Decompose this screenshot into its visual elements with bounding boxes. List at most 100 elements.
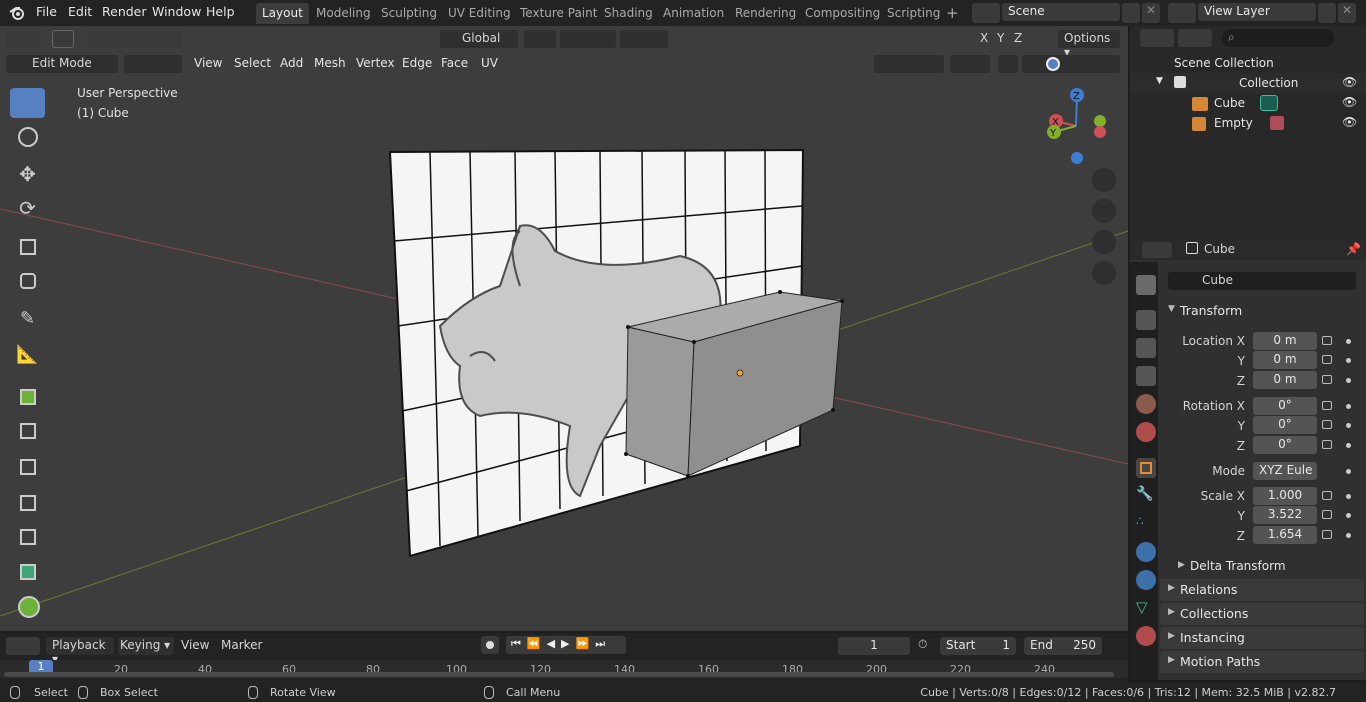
mirror-x-toggle[interactable]: X: [980, 31, 988, 45]
menu-select[interactable]: Select: [234, 56, 271, 70]
keyframe-rotation-z-icon[interactable]: [1346, 443, 1351, 448]
inset-tool-icon[interactable]: [10, 416, 45, 446]
keyframe-scale-z-icon[interactable]: [1346, 533, 1351, 538]
new-view-layer-icon[interactable]: [1318, 3, 1336, 23]
display-mode-icon[interactable]: [1178, 29, 1212, 47]
add-workspace-button[interactable]: +: [940, 1, 965, 22]
constraints-tab-icon[interactable]: [1136, 570, 1156, 590]
knife-tool-icon[interactable]: [10, 522, 45, 552]
3d-viewport[interactable]: [0, 26, 1128, 631]
keyframe-scale-y-icon[interactable]: [1346, 513, 1351, 518]
timeline-view-menu[interactable]: View: [181, 638, 209, 652]
menu-add[interactable]: Add: [280, 56, 303, 70]
select-box-tool[interactable]: [10, 88, 45, 118]
delta-transform-panel[interactable]: ▶ Delta Transform: [1170, 556, 1356, 578]
tab-rendering[interactable]: Rendering: [729, 3, 802, 24]
measure-tool-icon[interactable]: 📐: [10, 344, 45, 374]
mesh-data-icon[interactable]: [1260, 95, 1278, 111]
pan-hand-icon[interactable]: [1092, 199, 1116, 223]
menu-mesh[interactable]: Mesh: [314, 56, 346, 70]
spin-tool-icon[interactable]: [10, 592, 45, 622]
mesh-data-tab-icon[interactable]: ▽: [1136, 598, 1156, 618]
preview-range-icon[interactable]: ⏱: [918, 637, 938, 655]
rotation-x-field[interactable]: 0°: [1253, 397, 1317, 415]
snap-icon[interactable]: [560, 30, 616, 48]
menu-window[interactable]: Window: [152, 4, 201, 19]
location-x-field[interactable]: 0 m: [1253, 332, 1317, 350]
options-dropdown[interactable]: Options ▾: [1058, 30, 1120, 59]
cursor-tool-icon[interactable]: [10, 122, 45, 152]
scale-tool-icon[interactable]: [10, 232, 45, 262]
transform-panel-header[interactable]: ▼ Transform: [1160, 300, 1364, 322]
transform-tool-icon[interactable]: [10, 266, 45, 296]
view-layer-browse-icon[interactable]: [1168, 3, 1196, 23]
keyframe-mode-icon[interactable]: [1346, 469, 1351, 474]
scale-z-field[interactable]: 1.654: [1253, 526, 1317, 544]
tool-tab-icon[interactable]: [1136, 275, 1156, 295]
delete-view-layer-icon[interactable]: ✕: [1338, 3, 1356, 23]
location-y-field[interactable]: 0 m: [1253, 351, 1317, 369]
current-frame-field[interactable]: 1: [838, 637, 910, 655]
lock-rotation-y-icon[interactable]: [1322, 420, 1332, 429]
auto-keying-record-icon[interactable]: [481, 636, 499, 654]
output-tab-icon[interactable]: [1136, 338, 1156, 358]
keyframe-location-z-icon[interactable]: [1346, 378, 1351, 383]
keying-menu[interactable]: Keying ▾: [118, 637, 174, 655]
physics-tab-icon[interactable]: [1136, 542, 1156, 562]
cube-visibility-icon[interactable]: 👁: [1342, 95, 1357, 109]
outliner-search-input[interactable]: ⌕: [1222, 29, 1334, 47]
scale-x-field[interactable]: 1.000: [1253, 487, 1317, 505]
relations-panel[interactable]: ▶ Relations: [1160, 579, 1364, 601]
lock-location-y-icon[interactable]: [1322, 355, 1332, 364]
collection-checkbox[interactable]: [1174, 76, 1186, 88]
rotation-mode-dropdown[interactable]: XYZ Eule: [1253, 462, 1317, 480]
motion-paths-panel[interactable]: ▶ Motion Paths: [1160, 651, 1364, 673]
lock-rotation-x-icon[interactable]: [1322, 401, 1332, 410]
render-tab-icon[interactable]: [1136, 310, 1156, 330]
collection-visibility-icon[interactable]: 👁: [1342, 75, 1357, 89]
scale-y-field[interactable]: 3.522: [1253, 506, 1317, 524]
particles-tab-icon[interactable]: ∴: [1136, 514, 1156, 534]
view-layer-field[interactable]: View Layer: [1198, 3, 1316, 21]
lock-rotation-z-icon[interactable]: [1322, 440, 1332, 449]
poly-build-tool-icon[interactable]: [10, 557, 45, 587]
properties-editor-type-icon[interactable]: [1142, 242, 1172, 258]
collections-panel[interactable]: ▶ Collections: [1160, 603, 1364, 625]
select-mode-buttons[interactable]: [88, 30, 182, 48]
scene-field[interactable]: Scene: [1002, 3, 1120, 21]
image-data-icon[interactable]: [1270, 116, 1284, 130]
tab-sculpting[interactable]: Sculpting: [375, 3, 443, 24]
select-element-mode-buttons[interactable]: [124, 55, 182, 73]
outliner-row-empty[interactable]: Empty 👁: [1130, 113, 1366, 133]
select-tool-icon[interactable]: [52, 30, 74, 48]
camera-view-icon[interactable]: [1092, 230, 1116, 254]
keyframe-location-x-icon[interactable]: [1346, 339, 1351, 344]
empty-visibility-icon[interactable]: 👁: [1342, 115, 1357, 129]
blender-logo-icon[interactable]: [8, 4, 26, 22]
overlays-icon[interactable]: [950, 55, 990, 73]
lock-location-z-icon[interactable]: [1322, 375, 1332, 384]
move-tool-icon[interactable]: ✥: [10, 162, 45, 192]
menu-vertex[interactable]: Vertex: [356, 56, 395, 70]
lock-location-x-icon[interactable]: [1322, 336, 1332, 345]
tab-shading[interactable]: Shading: [598, 3, 659, 24]
viewport-scene[interactable]: [0, 26, 1128, 631]
playback-controls-icons[interactable]: ⏮⏪◀▶⏩⏭: [506, 636, 626, 654]
tab-compositing[interactable]: Compositing: [799, 3, 886, 24]
menu-render[interactable]: Render: [102, 4, 147, 19]
end-frame-field[interactable]: End 250: [1024, 637, 1102, 655]
lock-scale-x-icon[interactable]: [1322, 491, 1332, 500]
editor-type-icon[interactable]: [6, 30, 40, 48]
instancing-panel[interactable]: ▶ Instancing: [1160, 627, 1364, 649]
scene-tab-icon[interactable]: [1136, 394, 1156, 414]
modifier-tab-icon[interactable]: 🔧: [1136, 486, 1156, 506]
view-layer-tab-icon[interactable]: [1136, 366, 1156, 386]
tab-animation[interactable]: Animation: [657, 3, 730, 24]
rotation-y-field[interactable]: 0°: [1253, 416, 1317, 434]
menu-file[interactable]: File: [36, 4, 57, 19]
menu-help[interactable]: Help: [206, 4, 235, 19]
new-scene-icon[interactable]: [1122, 3, 1140, 23]
keyframe-scale-x-icon[interactable]: [1346, 494, 1351, 499]
menu-face[interactable]: Face: [441, 56, 468, 70]
delete-scene-icon[interactable]: ✕: [1142, 3, 1160, 23]
